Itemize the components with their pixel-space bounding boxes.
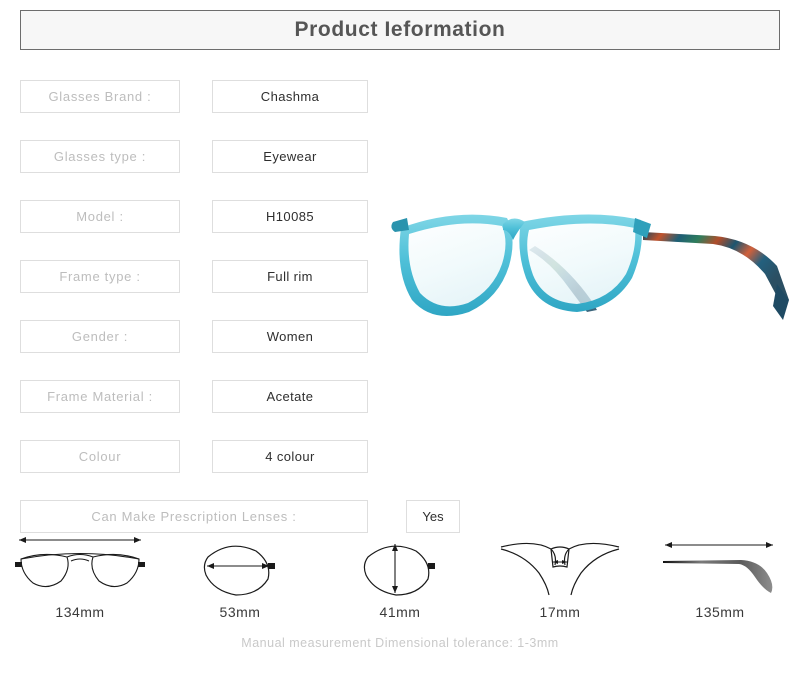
measurement-lens-width: 53mm (160, 530, 320, 630)
spec-label-gender: Gender : (20, 320, 180, 353)
temple-right (643, 232, 789, 304)
spec-row: Model : H10085 (20, 200, 380, 260)
spec-label-glasses-brand: Glasses Brand : (20, 80, 180, 113)
total-width-diagram (5, 530, 155, 602)
spec-label-colour: Colour (20, 440, 180, 473)
spec-row: Glasses Brand : Chashma (20, 80, 380, 140)
measurement-lens-height: 41mm (320, 530, 480, 630)
product-image (385, 188, 795, 348)
spec-value-glasses-brand: Chashma (212, 80, 368, 113)
measurement-strip: 134mm 53mm 41mm 17mm 135mm (0, 530, 800, 630)
lens-width-diagram (190, 530, 290, 602)
spec-label-model: Model : (20, 200, 180, 233)
spec-value-colour: 4 colour (212, 440, 368, 473)
measurement-temple-length: 135mm (640, 530, 800, 630)
spec-value-prescription-lenses: Yes (406, 500, 460, 533)
spec-label-frame-material: Frame Material : (20, 380, 180, 413)
page-title: Product Ieformation (294, 18, 506, 41)
spec-value-gender: Women (212, 320, 368, 353)
spec-row: Gender : Women (20, 320, 380, 380)
bridge-width-diagram (495, 530, 625, 602)
measurement-label: 17mm (539, 604, 581, 620)
spec-row: Frame Material : Acetate (20, 380, 380, 440)
eyeglasses-illustration (391, 214, 789, 320)
spec-label-glasses-type: Glasses type : (20, 140, 180, 173)
measurement-label: 135mm (695, 604, 745, 620)
measurement-bridge-width: 17mm (480, 530, 640, 630)
spec-list: Glasses Brand : Chashma Glasses type : E… (20, 80, 460, 544)
tolerance-note: Manual measurement Dimensional tolerance… (241, 636, 559, 650)
spec-value-model: H10085 (212, 200, 368, 233)
temple-length-diagram (655, 530, 785, 602)
spec-row: Frame type : Full rim (20, 260, 380, 320)
measurement-label: 41mm (379, 604, 421, 620)
page-title-banner: Product Ieformation (20, 10, 780, 50)
measurement-total-width: 134mm (0, 530, 160, 630)
spec-row: Glasses type : Eyewear (20, 140, 380, 200)
spec-label-frame-type: Frame type : (20, 260, 180, 293)
spec-value-glasses-type: Eyewear (212, 140, 368, 173)
spec-value-frame-type: Full rim (212, 260, 368, 293)
hinge-left (391, 218, 409, 232)
spec-value-frame-material: Acetate (212, 380, 368, 413)
measurement-label: 53mm (219, 604, 261, 620)
measurement-label: 134mm (55, 604, 105, 620)
spec-label-prescription-lenses: Can Make Prescription Lenses : (20, 500, 368, 533)
lens-height-diagram (350, 530, 450, 602)
spec-row: Colour 4 colour (20, 440, 380, 500)
